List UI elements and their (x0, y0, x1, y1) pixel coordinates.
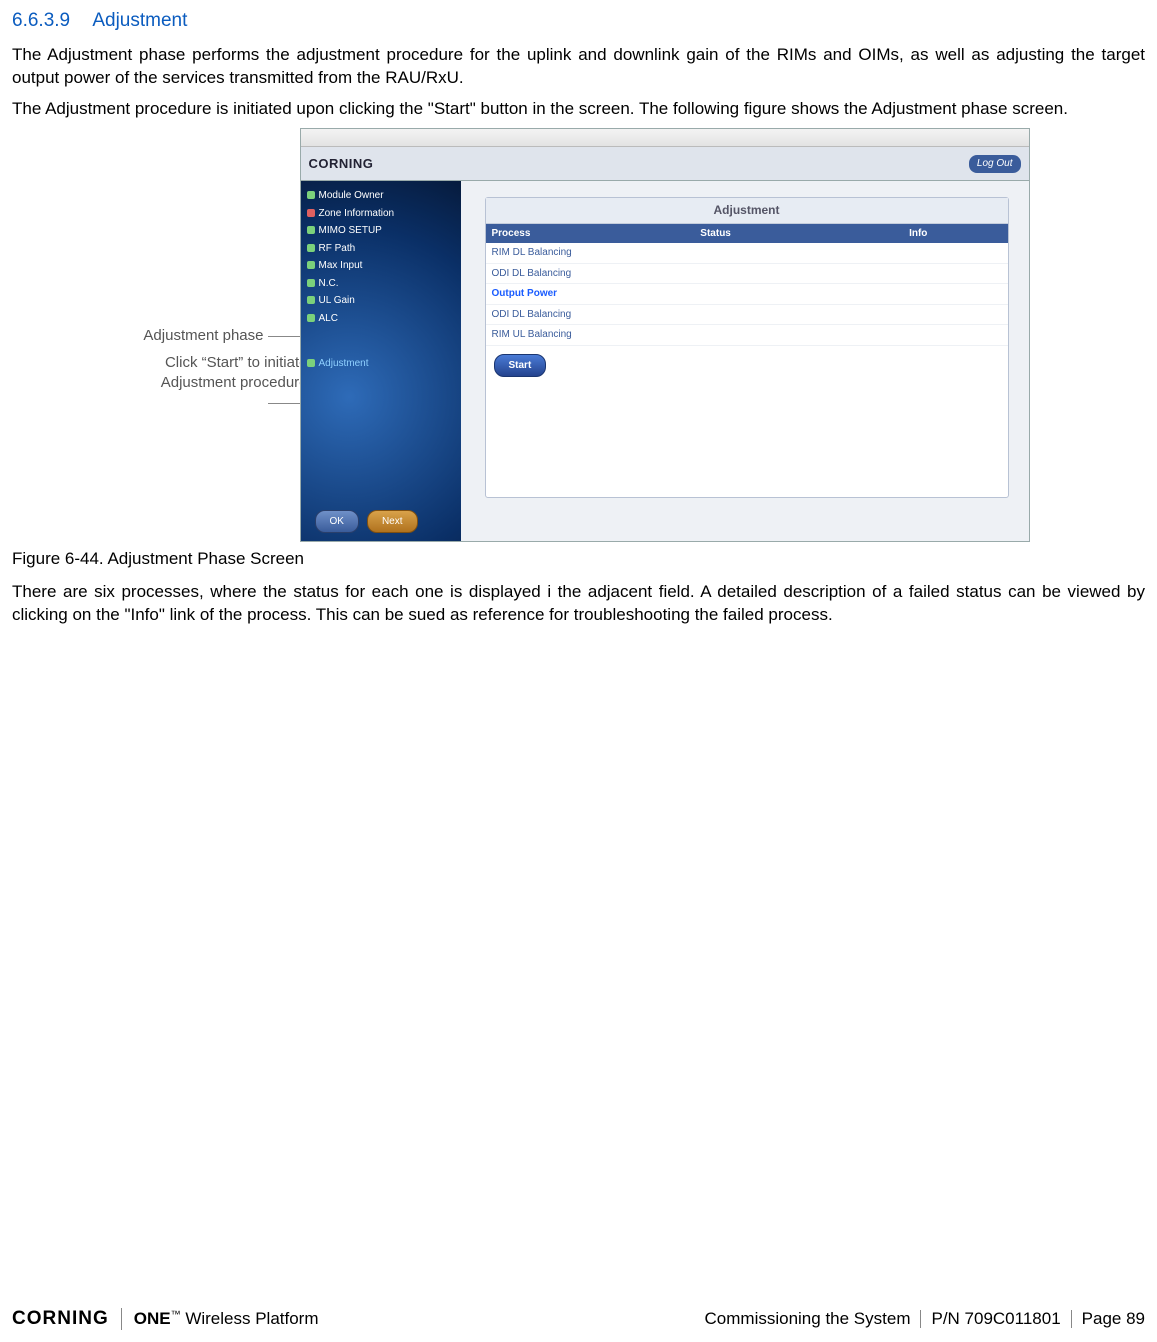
process-table: Process Status Info RIM DL Balancing ODI… (486, 224, 1008, 346)
section-number: 6.6.3.9 (12, 10, 70, 31)
sidebar-item[interactable]: RF Path (305, 240, 457, 258)
col-process: Process (486, 224, 695, 244)
footer-divider (121, 1308, 122, 1330)
sidebar-item[interactable]: Max Input (305, 257, 457, 275)
table-row: RIM DL Balancing (486, 243, 1008, 264)
col-status: Status (694, 224, 903, 244)
window-titlebar (301, 129, 1029, 147)
main-panel: Adjustment Process Status Info RIM DL Ba… (461, 181, 1029, 541)
paragraph-2: The Adjustment procedure is initiated up… (12, 98, 1145, 121)
sidebar-item-adjustment[interactable]: Adjustment (305, 355, 457, 373)
adjustment-card: Adjustment Process Status Info RIM DL Ba… (485, 197, 1009, 498)
one-logo: ONE™ Wireless Platform (134, 1308, 319, 1331)
ok-button[interactable]: OK (315, 510, 359, 534)
annotation-click-start: Click “Start” to initiate Adjustment pro… (128, 353, 308, 414)
table-row: ODI DL Balancing (486, 305, 1008, 326)
corning-logo: CORNING (12, 1306, 109, 1332)
sidebar-item[interactable]: MIMO SETUP (305, 222, 457, 240)
section-title: Adjustment (92, 10, 187, 31)
screenshot-window: CORNING Log Out Module Owner Zone Inform… (300, 128, 1030, 542)
section-heading: 6.6.3.9 Adjustment (12, 8, 1145, 34)
footer-page: Page 89 (1082, 1308, 1145, 1331)
footer-divider (920, 1310, 921, 1328)
footer-divider (1071, 1310, 1072, 1328)
sidebar-item[interactable]: Zone Information (305, 205, 457, 223)
panel-title: Adjustment (486, 198, 1008, 223)
sidebar: Module Owner Zone Information MIMO SETUP… (301, 181, 461, 541)
table-row: ODI DL Balancing (486, 264, 1008, 285)
brand-logo: CORNING (309, 155, 374, 173)
paragraph-3: There are six processes, where the statu… (12, 581, 1145, 627)
table-row: Output Power (486, 284, 1008, 305)
figure-caption: Figure 6-44. Adjustment Phase Screen (12, 548, 1145, 571)
footer-left: CORNING ONE™ Wireless Platform (12, 1306, 319, 1332)
start-button[interactable]: Start (494, 354, 547, 378)
sidebar-item[interactable]: Module Owner (305, 187, 457, 205)
paragraph-1: The Adjustment phase performs the adjust… (12, 44, 1145, 90)
sidebar-item[interactable]: UL Gain (305, 292, 457, 310)
table-header: Process Status Info (486, 224, 1008, 244)
sidebar-list: Module Owner Zone Information MIMO SETUP… (301, 181, 461, 379)
footer-right: Commissioning the System P/N 709C011801 … (705, 1308, 1145, 1331)
annotation-column: Adjustment phase Click “Start” to initia… (128, 128, 308, 413)
sidebar-item[interactable]: N.C. (305, 275, 457, 293)
page-footer: CORNING ONE™ Wireless Platform Commissio… (12, 1306, 1145, 1332)
figure-wrapper: Adjustment phase Click “Start” to initia… (12, 128, 1145, 571)
annotation-adjustment-phase: Adjustment phase (128, 326, 308, 346)
col-info: Info (903, 224, 1007, 244)
logout-button[interactable]: Log Out (969, 155, 1021, 173)
wizard-buttons: OK Next (315, 510, 418, 534)
sidebar-item[interactable]: ALC (305, 310, 457, 328)
next-button[interactable]: Next (367, 510, 418, 534)
brand-bar: CORNING Log Out (301, 147, 1029, 181)
footer-section: Commissioning the System (705, 1308, 911, 1331)
footer-pn: P/N 709C011801 (931, 1308, 1060, 1331)
table-row: RIM UL Balancing (486, 325, 1008, 346)
